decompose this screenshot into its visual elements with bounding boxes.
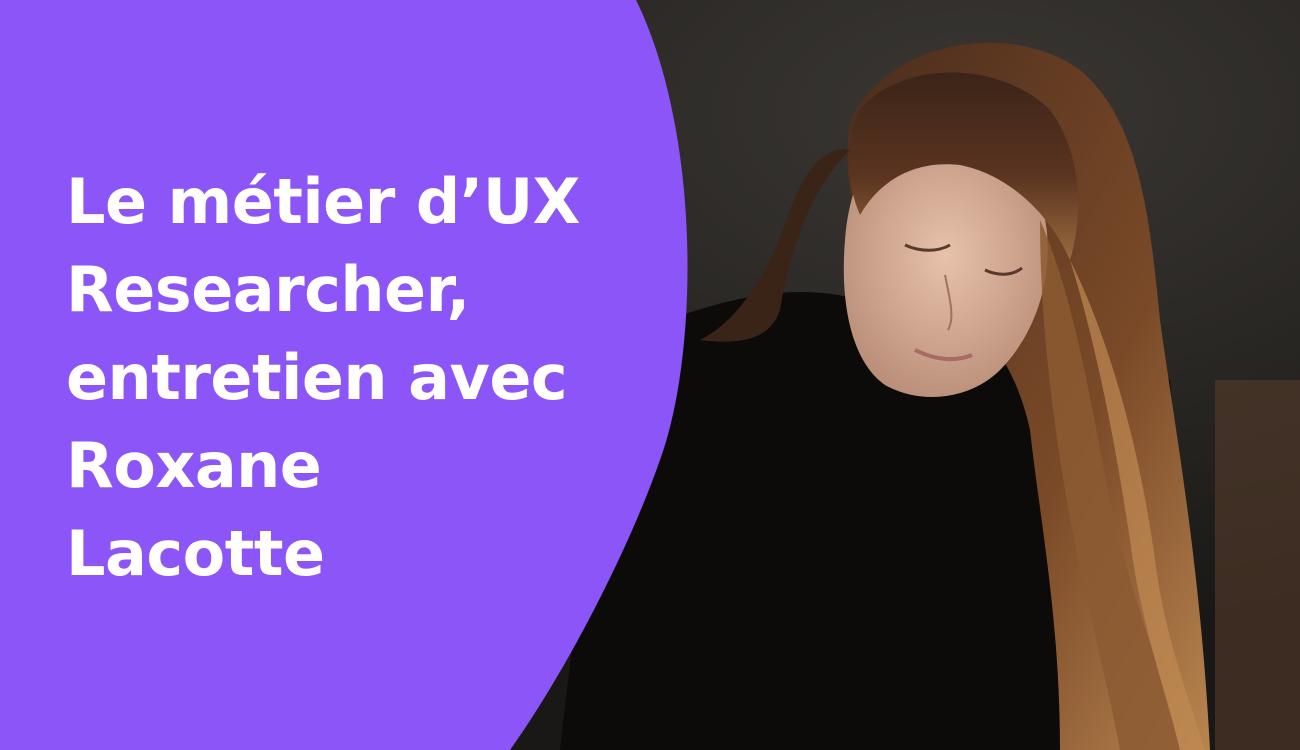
title-line: entretien avec [66,341,568,414]
title-line: Roxane [66,429,322,502]
article-title: Le métier d’UX Researcher, entretien ave… [66,158,626,598]
title-line: Lacotte [66,517,325,590]
title-line: Researcher, [66,253,470,326]
title-line: Le métier d’UX [66,165,580,238]
article-banner: Le métier d’UX Researcher, entretien ave… [0,0,1300,750]
